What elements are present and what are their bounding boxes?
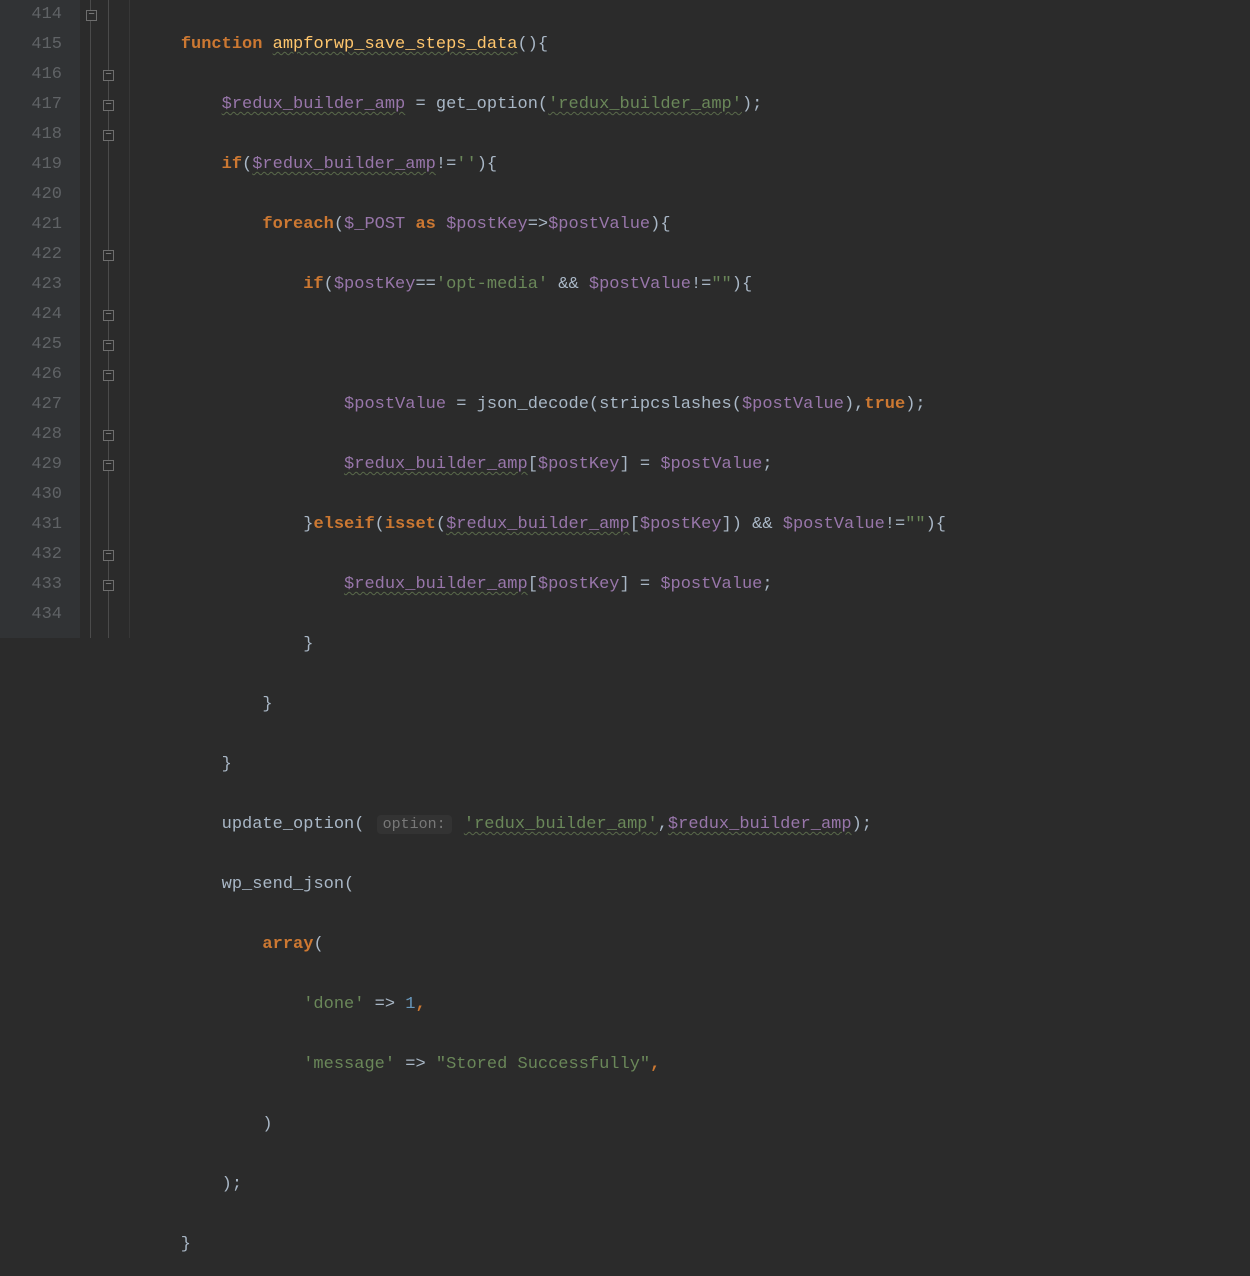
- line-number: 424: [0, 300, 62, 330]
- fold-toggle-icon[interactable]: [103, 70, 114, 81]
- line-number: 431: [0, 510, 62, 540]
- line-number: 432: [0, 540, 62, 570]
- fold-toggle-icon[interactable]: [103, 580, 114, 591]
- line-number: 428: [0, 420, 62, 450]
- code-area[interactable]: function ampforwp_save_steps_data(){ $re…: [130, 0, 1250, 638]
- code-editor: 414 415 416 417 418 419 420 421 422 423 …: [0, 0, 1250, 638]
- fold-toggle-icon[interactable]: [103, 340, 114, 351]
- line-number: 415: [0, 30, 62, 60]
- line-number: 425: [0, 330, 62, 360]
- line-number: 417: [0, 90, 62, 120]
- line-number-gutter: 414 415 416 417 418 419 420 421 422 423 …: [0, 0, 80, 638]
- code-line[interactable]: }: [140, 690, 1250, 720]
- code-line[interactable]: function ampforwp_save_steps_data(){: [140, 30, 1250, 60]
- fold-toggle-icon[interactable]: [103, 310, 114, 321]
- fold-column: [80, 0, 130, 638]
- code-line[interactable]: 'message' => "Stored Successfully",: [140, 1050, 1250, 1080]
- fold-toggle-icon[interactable]: [103, 460, 114, 471]
- code-line[interactable]: update_option( option: 'redux_builder_am…: [140, 810, 1250, 840]
- code-line[interactable]: 'done' => 1,: [140, 990, 1250, 1020]
- line-number: 418: [0, 120, 62, 150]
- code-line[interactable]: $redux_builder_amp = get_option('redux_b…: [140, 90, 1250, 120]
- code-line[interactable]: foreach($_POST as $postKey=>$postValue){: [140, 210, 1250, 240]
- line-number: 423: [0, 270, 62, 300]
- line-number: 422: [0, 240, 62, 270]
- fold-toggle-icon[interactable]: [103, 250, 114, 261]
- code-line[interactable]: }: [140, 630, 1250, 660]
- fold-toggle-icon[interactable]: [86, 10, 97, 21]
- code-line[interactable]: if($redux_builder_amp!=''){: [140, 150, 1250, 180]
- fold-toggle-icon[interactable]: [103, 370, 114, 381]
- code-line[interactable]: ): [140, 1110, 1250, 1140]
- code-line[interactable]: [140, 330, 1250, 360]
- code-line[interactable]: array(: [140, 930, 1250, 960]
- line-number: 419: [0, 150, 62, 180]
- line-number: 421: [0, 210, 62, 240]
- fold-toggle-icon[interactable]: [103, 130, 114, 141]
- fold-toggle-icon[interactable]: [103, 100, 114, 111]
- code-line[interactable]: }: [140, 1230, 1250, 1260]
- code-line[interactable]: );: [140, 1170, 1250, 1200]
- code-line[interactable]: }: [140, 750, 1250, 780]
- code-line[interactable]: $redux_builder_amp[$postKey] = $postValu…: [140, 570, 1250, 600]
- line-number: 414: [0, 0, 62, 30]
- line-number: 429: [0, 450, 62, 480]
- parameter-hint: option:: [377, 815, 452, 834]
- line-number: 426: [0, 360, 62, 390]
- code-line[interactable]: if($postKey=='opt-media' && $postValue!=…: [140, 270, 1250, 300]
- line-number: 420: [0, 180, 62, 210]
- line-number: 434: [0, 600, 62, 630]
- code-line[interactable]: $postValue = json_decode(stripcslashes($…: [140, 390, 1250, 420]
- code-line[interactable]: }elseif(isset($redux_builder_amp[$postKe…: [140, 510, 1250, 540]
- fold-toggle-icon[interactable]: [103, 550, 114, 561]
- code-line[interactable]: $redux_builder_amp[$postKey] = $postValu…: [140, 450, 1250, 480]
- line-number: 416: [0, 60, 62, 90]
- line-number: 430: [0, 480, 62, 510]
- code-line[interactable]: wp_send_json(: [140, 870, 1250, 900]
- line-number: 433: [0, 570, 62, 600]
- fold-toggle-icon[interactable]: [103, 430, 114, 441]
- line-number: 427: [0, 390, 62, 420]
